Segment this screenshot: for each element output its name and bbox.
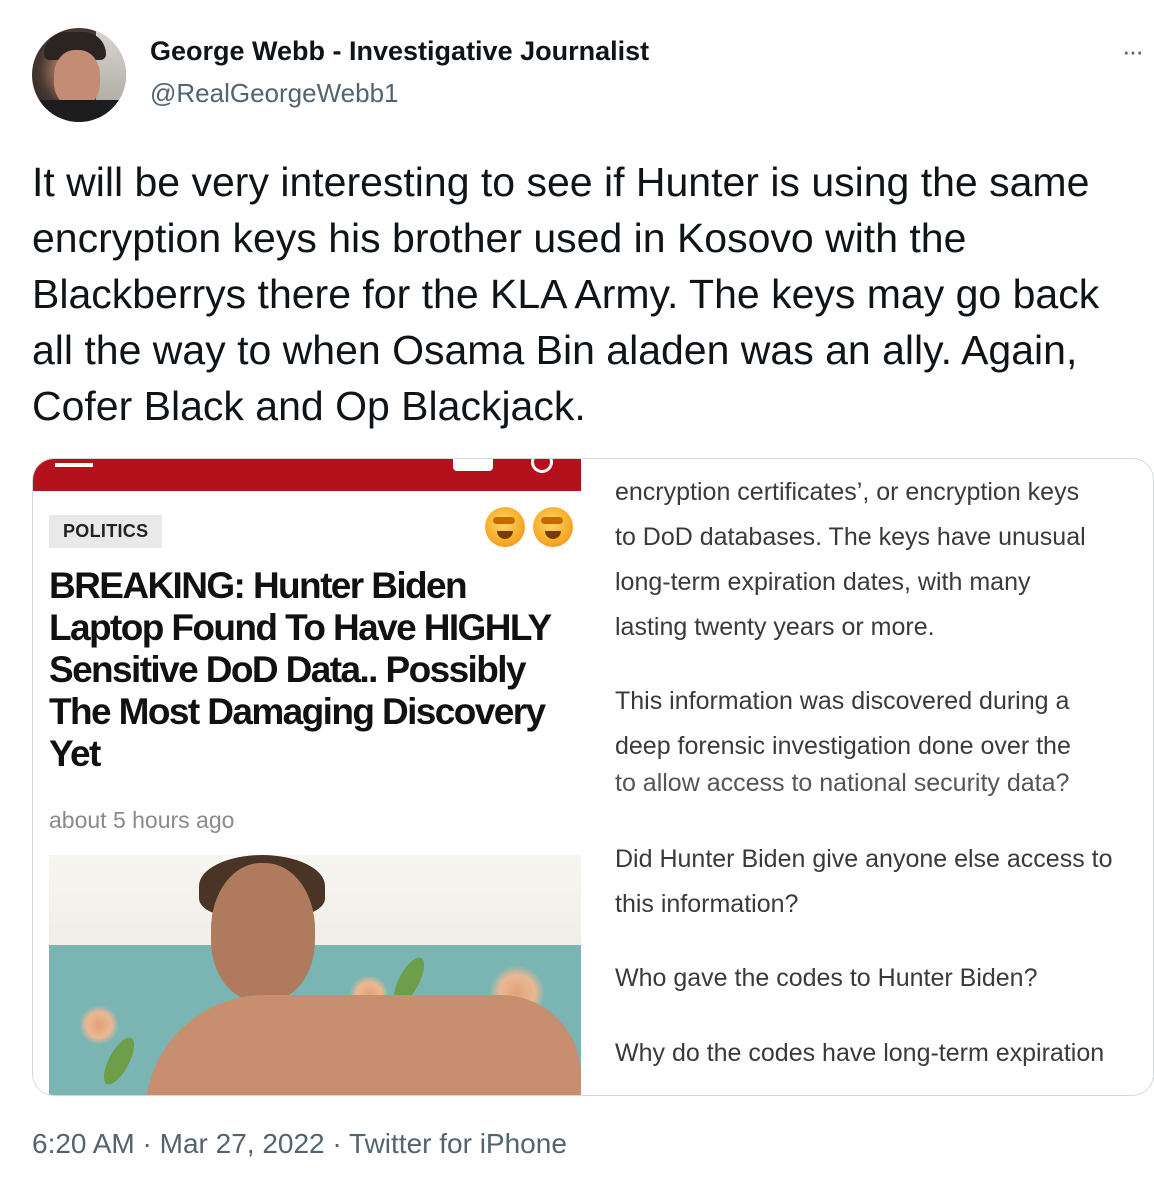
header-icon [453,459,493,471]
category-badge: POLITICS [49,515,163,548]
tweet-source[interactable]: Twitter for iPhone [349,1128,567,1159]
article-text-line: to DoD databases. The keys have unusual [615,523,1086,551]
article-text-line: encryption certificates’, or encryption … [615,478,1080,506]
tweet-media-image[interactable]: POLITICS BREAKING: Hunter Biden Laptop F… [32,458,1154,1096]
tweet-date[interactable]: Mar 27, 2022 [160,1128,325,1159]
reaction-emoji-icon [485,507,525,547]
article-question: this information? [615,890,799,918]
site-header-bar [33,459,581,491]
article-question: Why do the codes have long-term expirati… [615,1039,1105,1067]
search-icon [531,459,553,473]
article-text-line: This information was discovered during a [615,687,1070,715]
article-text-line: long-term expiration dates, with many [615,568,1031,596]
article-question: Did Hunter Biden give anyone else access… [615,845,1113,873]
article-text-line: lasting twenty years or more. [615,613,935,641]
reaction-emoji-icon [533,507,573,547]
tweet-text: It will be very interesting to see if Hu… [32,159,1100,429]
more-options-icon[interactable]: ··· [1122,36,1144,67]
separator: · [142,1128,152,1159]
article-text-line: to allow access to national security dat… [615,769,1070,797]
author-handle[interactable]: @RealGeorgeWebb1 [150,78,399,109]
article-headline: BREAKING: Hunter Biden Laptop Found To H… [49,565,551,774]
tweet-metadata: 6:20 AM · Mar 27, 2022 · Twitter for iPh… [32,1128,567,1160]
tweet-time[interactable]: 6:20 AM [32,1128,135,1159]
article-screenshot: POLITICS BREAKING: Hunter Biden Laptop F… [33,459,581,1095]
menu-icon [55,463,93,467]
author-name[interactable]: George Webb - Investigative Journalist [150,36,649,67]
article-question: Who gave the codes to Hunter Biden? [615,964,1038,992]
article-timestamp: about 5 hours ago [49,807,235,833]
separator: · [332,1128,342,1159]
article-photo [49,855,581,1095]
article-text-screenshot: encryption certificates’, or encryption … [581,459,1153,1095]
avatar[interactable] [32,28,126,122]
